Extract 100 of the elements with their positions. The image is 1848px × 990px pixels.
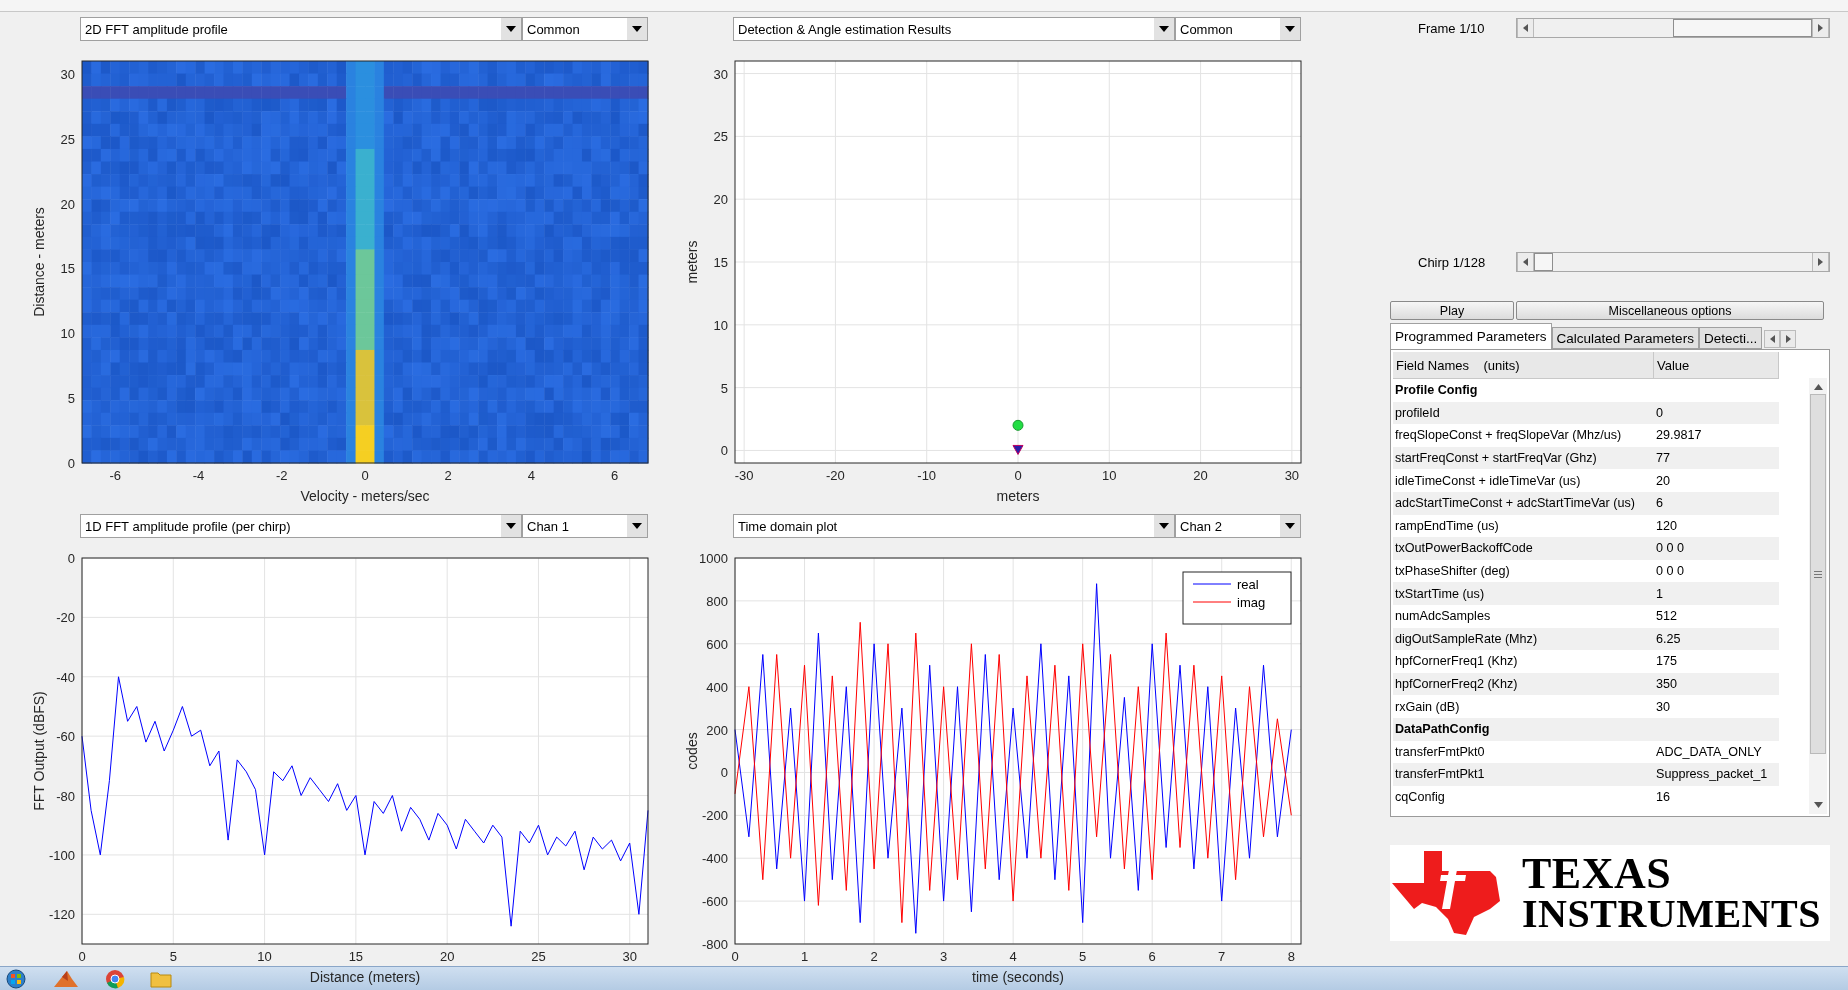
table-cell-text: 16 — [1655, 789, 1671, 806]
table-cell-text: txOutPowerBackoffCode — [1394, 540, 1534, 558]
tick-label: -4 — [192, 468, 205, 483]
table-cell-text: 6.25 — [1655, 630, 1682, 648]
logo-text: INSTRUMENTS — [1522, 894, 1821, 933]
tick-label: -800 — [701, 937, 728, 952]
table-cell-text: 0 0 0 — [1655, 540, 1685, 558]
caret-icon — [632, 523, 642, 529]
tick-label: 4 — [1009, 949, 1017, 964]
tick-label: 25 — [713, 129, 728, 145]
tab-scroll-left-button[interactable] — [1764, 330, 1781, 348]
tick-label: 7 — [1218, 949, 1226, 964]
tick-label: 15 — [348, 949, 364, 964]
tick-label: -80 — [56, 788, 75, 804]
table-cell-text: 1 — [1655, 585, 1664, 603]
table-cell-text: txPhaseShifter (deg) — [1394, 563, 1511, 581]
slider-thumb[interactable] — [1534, 253, 1554, 271]
table-cell-text: hpfCornerFreq1 (Khz) — [1394, 653, 1519, 671]
table-cell-text: 0 — [1655, 404, 1664, 422]
table-cell-text: 77 — [1655, 450, 1671, 468]
left-arrow-icon — [1769, 335, 1775, 343]
tick-label: -600 — [701, 894, 728, 910]
caret-icon — [1159, 26, 1169, 32]
triangle-marker — [1012, 444, 1024, 455]
table-cell-text: numAdcSamples — [1394, 608, 1492, 626]
tick-label: 8 — [1287, 949, 1295, 964]
scrollbar-thumb[interactable] — [1810, 394, 1826, 754]
tick-label: 20 — [713, 192, 728, 208]
slider-label: Chirp 1/128 — [1417, 254, 1487, 270]
plot-selector[interactable]: 2D FFT amplitude profile — [80, 17, 522, 41]
scroll-right-button[interactable] — [1812, 19, 1829, 37]
caret-icon — [1285, 523, 1295, 529]
table-cell-text: transferFmtPkt0 — [1394, 743, 1486, 761]
channel-selector[interactable]: Chan 1 — [522, 514, 648, 538]
tick-label: -20 — [826, 468, 845, 483]
tick-label: 25 — [60, 131, 75, 147]
slider-label: Frame 1/10 — [1417, 20, 1486, 36]
tick-label: 30 — [622, 949, 637, 964]
play-button[interactable]: Play — [1390, 301, 1514, 320]
tick-label: 0 — [361, 468, 369, 483]
table-cell-text: 20 — [1655, 472, 1671, 490]
tick-label: 20 — [1193, 468, 1208, 483]
tick-label: 6 — [611, 468, 619, 483]
plot-selector[interactable]: 1D FFT amplitude profile (per chirp) — [80, 514, 522, 538]
tick-label: 200 — [706, 722, 728, 738]
tick-label: 0 — [731, 949, 739, 964]
tab-scroll-right-button[interactable] — [1780, 330, 1797, 348]
tab[interactable]: Programmed Parameters — [1390, 323, 1552, 349]
plot-selector[interactable]: Time domain plot — [733, 514, 1175, 538]
channel-selector[interactable]: Common — [1175, 17, 1301, 41]
axis-title: codes — [684, 732, 700, 770]
table-cell-text: hpfCornerFreq2 (Khz) — [1394, 676, 1519, 693]
tick-label: 30 — [1284, 468, 1300, 483]
circle-marker — [1012, 419, 1024, 431]
table-cell-text: idleTimeConst + idleTimeVar (us) — [1394, 472, 1582, 490]
tick-label: -6 — [109, 468, 122, 483]
plot-selector[interactable]: Detection & Angle estimation Results — [733, 17, 1175, 41]
browser-icon[interactable] — [104, 968, 126, 989]
table-cell-text: startFreqConst + startFreqVar (Ghz) — [1394, 450, 1598, 468]
tick-label: 15 — [713, 255, 728, 270]
tick-label: 400 — [706, 679, 728, 695]
tick-label: 800 — [706, 593, 728, 609]
scroll-left-button[interactable] — [1517, 253, 1534, 271]
legend-label: real — [1237, 577, 1259, 592]
start-orb-icon[interactable] — [4, 968, 28, 989]
tick-label: 10 — [257, 949, 272, 964]
tick-label: 1 — [800, 949, 809, 964]
table-cell-text: ADC_DATA_ONLY — [1655, 743, 1763, 761]
slider-track[interactable] — [1516, 252, 1830, 272]
tick-label: 600 — [706, 636, 728, 652]
table-cell-text: rampEndTime (us) — [1394, 517, 1500, 535]
channel-selector[interactable]: Common — [522, 17, 648, 41]
caret-icon — [506, 523, 516, 529]
table-cell-text: transferFmtPkt1 — [1394, 766, 1486, 784]
tick-label: 0 — [1014, 468, 1022, 483]
slider-track[interactable] — [1516, 18, 1830, 38]
vertical-scrollbar[interactable] — [1809, 378, 1827, 814]
tick-label: -60 — [56, 729, 75, 745]
table-cell-text: rxGain (dB) — [1394, 698, 1461, 716]
line-swatch-icon — [1192, 601, 1232, 603]
table-cell-text: 6 — [1655, 495, 1664, 513]
axis-title: meters — [684, 240, 700, 284]
options-button[interactable]: Miscellaneous options — [1516, 301, 1824, 320]
slider-thumb[interactable] — [1673, 19, 1812, 37]
tick-label: 30 — [60, 67, 75, 82]
tick-label: 5 — [67, 391, 75, 407]
table-cell-text: adcStartTimeConst + adcStartTimeVar (us) — [1394, 495, 1636, 513]
right-arrow-icon — [1818, 258, 1823, 266]
tick-label: 10 — [60, 326, 75, 342]
tick-label: -200 — [701, 808, 728, 824]
table-cell-text: 512 — [1655, 608, 1678, 626]
tick-label: 0 — [720, 443, 728, 459]
axis-title: meters — [996, 488, 1040, 504]
scroll-right-button[interactable] — [1812, 253, 1829, 271]
tick-label: 25 — [531, 949, 546, 964]
scroll-left-button[interactable] — [1517, 19, 1534, 37]
tab[interactable]: Calculated Parameters — [1551, 327, 1699, 349]
channel-selector[interactable]: Chan 2 — [1175, 514, 1301, 538]
tab[interactable]: Detecti... — [1698, 327, 1763, 349]
table-cell-text: digOutSampleRate (Mhz) — [1394, 630, 1539, 648]
